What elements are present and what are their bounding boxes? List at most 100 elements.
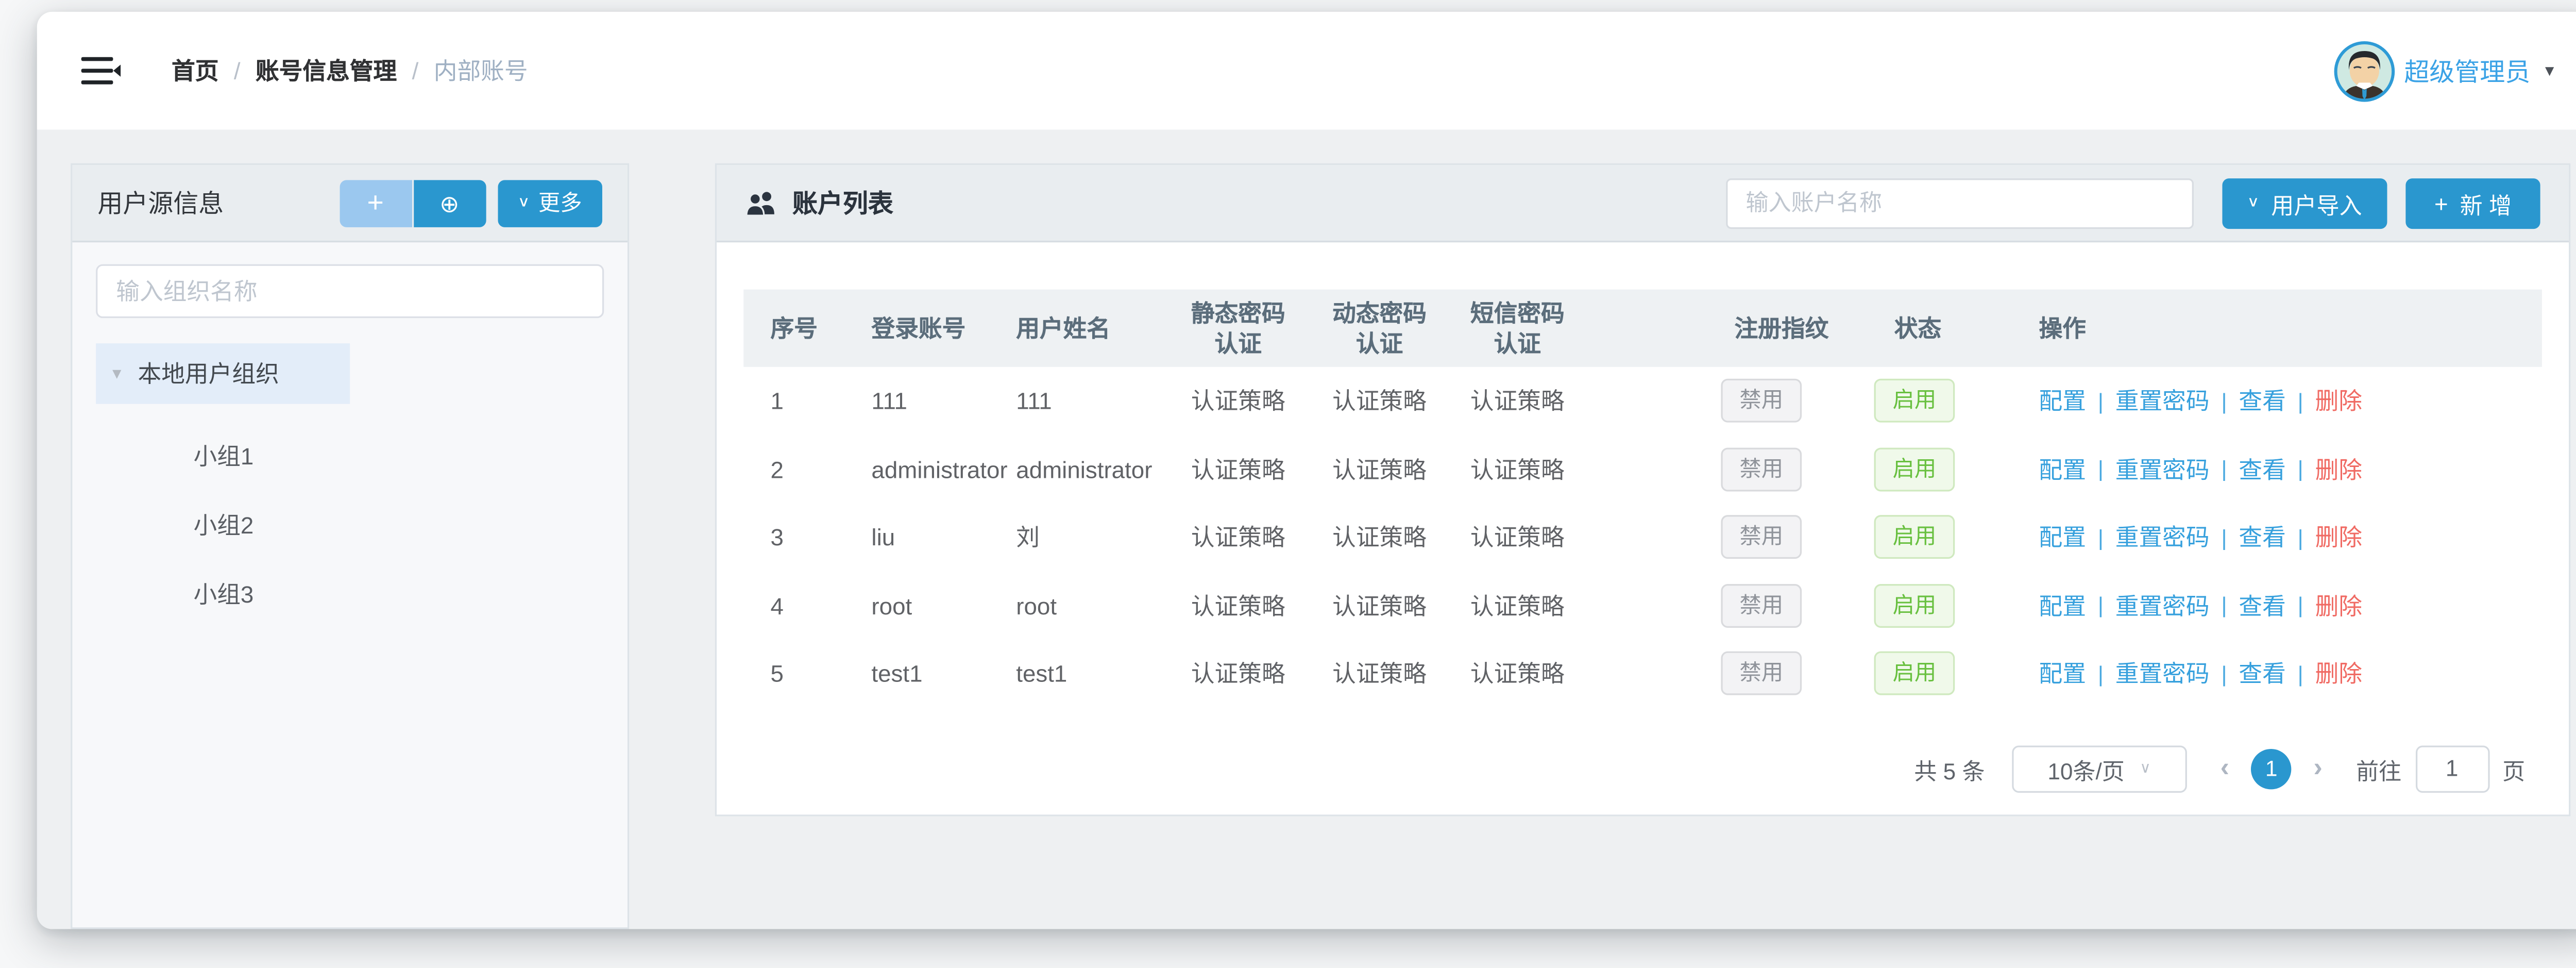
- action-view[interactable]: 查看: [2239, 453, 2285, 486]
- fingerprint-status-badge: 禁用: [1721, 652, 1802, 695]
- static-auth-policy-link[interactable]: 认证策略: [1191, 521, 1332, 554]
- status-badge: 启用: [1874, 584, 1955, 627]
- static-auth-policy-link[interactable]: 认证策略: [1191, 589, 1332, 622]
- dynamic-auth-policy-link[interactable]: 认证策略: [1332, 589, 1470, 622]
- tree-node-child[interactable]: 小组1: [194, 439, 604, 473]
- status-badge: 启用: [1874, 516, 1955, 559]
- static-auth-policy-link[interactable]: 认证策略: [1191, 384, 1332, 418]
- action-separator: |: [2298, 661, 2303, 686]
- action-reset-password[interactable]: 重置密码: [2115, 453, 2210, 486]
- cell-status: 启用: [1874, 584, 2019, 627]
- goto-page-input[interactable]: [2415, 745, 2489, 792]
- tree-expand-icon[interactable]: ▼: [109, 365, 124, 382]
- action-configure[interactable]: 配置: [2039, 589, 2086, 622]
- breadcrumb-link[interactable]: 首页: [172, 54, 218, 87]
- cell-fingerprint: 禁用: [1713, 379, 1874, 423]
- status-badge: 启用: [1874, 379, 1955, 423]
- tree-node-child[interactable]: 小组3: [194, 577, 604, 611]
- cell-login-account: root: [871, 592, 1016, 619]
- action-separator: |: [2221, 457, 2227, 482]
- action-separator: |: [2221, 593, 2227, 618]
- action-delete[interactable]: 删除: [2315, 521, 2362, 554]
- account-search-input[interactable]: [1725, 177, 2193, 228]
- action-view[interactable]: 查看: [2239, 521, 2285, 554]
- action-configure[interactable]: 配置: [2039, 521, 2086, 554]
- add-account-button[interactable]: + 新 增: [2406, 177, 2540, 228]
- sms-auth-policy-link[interactable]: 认证策略: [1470, 589, 1713, 622]
- sms-auth-policy-link[interactable]: 认证策略: [1470, 453, 1713, 486]
- prev-page-button[interactable]: ‹: [2221, 755, 2229, 781]
- sms-auth-policy-link[interactable]: 认证策略: [1470, 521, 1713, 554]
- cell-user-name: test1: [1016, 660, 1191, 687]
- action-view[interactable]: 查看: [2239, 657, 2285, 690]
- action-delete[interactable]: 删除: [2315, 384, 2362, 418]
- column-header: 短信密码认证: [1470, 298, 1713, 359]
- static-auth-policy-link[interactable]: 认证策略: [1191, 657, 1332, 690]
- cell-user-name: root: [1016, 592, 1191, 619]
- fingerprint-status-badge: 禁用: [1721, 516, 1802, 559]
- user-source-panel-header: 用户源信息 + ⊕ ∨ 更多: [72, 165, 628, 242]
- action-reset-password[interactable]: 重置密码: [2115, 384, 2210, 418]
- sms-auth-policy-link[interactable]: 认证策略: [1470, 384, 1713, 418]
- action-delete[interactable]: 删除: [2315, 589, 2362, 622]
- collapse-sidebar-icon[interactable]: [81, 56, 121, 86]
- chevron-down-icon: ∨: [2140, 759, 2151, 778]
- table-row: 4 root root 认证策略 认证策略 认证策略 禁用 启用 配置|重置密码…: [743, 572, 2542, 640]
- action-view[interactable]: 查看: [2239, 589, 2285, 622]
- add-circle-button[interactable]: ⊕: [413, 179, 485, 226]
- table-row: 1 111 111 认证策略 认证策略 认证策略 禁用 启用 配置|重置密码|查…: [743, 367, 2542, 435]
- user-import-button[interactable]: ∨ 用户导入: [2222, 177, 2387, 228]
- column-header: 动态密码认证: [1332, 298, 1470, 359]
- cell-index: 3: [743, 524, 871, 550]
- cell-status: 启用: [1874, 516, 2019, 559]
- plus-icon: +: [2434, 189, 2448, 216]
- cell-status: 启用: [1874, 447, 2019, 491]
- action-view[interactable]: 查看: [2239, 384, 2285, 418]
- action-reset-password[interactable]: 重置密码: [2115, 657, 2210, 690]
- user-source-panel: 用户源信息 + ⊕ ∨ 更多 ▼ 本地用户组织: [71, 163, 629, 929]
- action-reset-password[interactable]: 重置密码: [2115, 589, 2210, 622]
- static-auth-policy-link[interactable]: 认证策略: [1191, 453, 1332, 486]
- tree-node-root[interactable]: ▼ 本地用户组织: [96, 343, 350, 404]
- dynamic-auth-policy-link[interactable]: 认证策略: [1332, 384, 1470, 418]
- action-delete[interactable]: 删除: [2315, 453, 2362, 486]
- action-configure[interactable]: 配置: [2039, 384, 2086, 418]
- dynamic-auth-policy-link[interactable]: 认证策略: [1332, 657, 1470, 690]
- cell-actions: 配置|重置密码|查看|删除: [2019, 453, 2542, 486]
- action-configure[interactable]: 配置: [2039, 453, 2086, 486]
- tree-node-label: 本地用户组织: [138, 357, 279, 390]
- cell-index: 5: [743, 660, 871, 687]
- cell-login-account: test1: [871, 660, 1016, 687]
- cell-status: 启用: [1874, 379, 2019, 423]
- organization-search-input[interactable]: [96, 264, 604, 318]
- sms-auth-policy-link[interactable]: 认证策略: [1470, 657, 1713, 690]
- page-unit-label: 页: [2502, 752, 2525, 785]
- main-card: 首页 / 账号信息管理 / 内部账号: [37, 12, 2576, 929]
- action-separator: |: [2098, 593, 2104, 618]
- chevron-down-icon: ▼: [2542, 62, 2557, 79]
- next-page-button[interactable]: ›: [2313, 755, 2322, 781]
- pagination: 共 5 条 10条/页 ∨ ‹ 1 › 前往 页: [717, 745, 2525, 792]
- more-button[interactable]: ∨ 更多: [497, 179, 602, 226]
- breadcrumb-link[interactable]: 账号信息管理: [256, 54, 397, 87]
- status-badge: 启用: [1874, 447, 1955, 491]
- add-account-label: 新 增: [2460, 186, 2512, 220]
- action-reset-password[interactable]: 重置密码: [2115, 521, 2210, 554]
- table-body: 1 111 111 认证策略 认证策略 认证策略 禁用 启用 配置|重置密码|查…: [743, 367, 2542, 708]
- action-delete[interactable]: 删除: [2315, 657, 2362, 690]
- dynamic-auth-policy-link[interactable]: 认证策略: [1332, 521, 1470, 554]
- tree-node-child[interactable]: 小组2: [194, 508, 604, 542]
- table-row: 3 liu 刘 认证策略 认证策略 认证策略 禁用 启用 配置|重置密码|查看|…: [743, 503, 2542, 571]
- cell-fingerprint: 禁用: [1713, 516, 1874, 559]
- action-configure[interactable]: 配置: [2039, 657, 2086, 690]
- dynamic-auth-policy-link[interactable]: 认证策略: [1332, 453, 1470, 486]
- page-size-select[interactable]: 10条/页 ∨: [2012, 745, 2187, 792]
- user-menu[interactable]: 超级管理员 ▼: [2333, 40, 2557, 102]
- add-button[interactable]: +: [339, 179, 411, 226]
- content-area: 用户源信息 + ⊕ ∨ 更多 ▼ 本地用户组织: [37, 129, 2576, 929]
- organization-tree: ▼ 本地用户组织 小组1 小组2 小组3: [96, 343, 604, 611]
- action-separator: |: [2298, 593, 2303, 618]
- topbar: 首页 / 账号信息管理 / 内部账号: [37, 12, 2576, 130]
- current-page-button[interactable]: 1: [2251, 748, 2292, 788]
- action-separator: |: [2298, 525, 2303, 550]
